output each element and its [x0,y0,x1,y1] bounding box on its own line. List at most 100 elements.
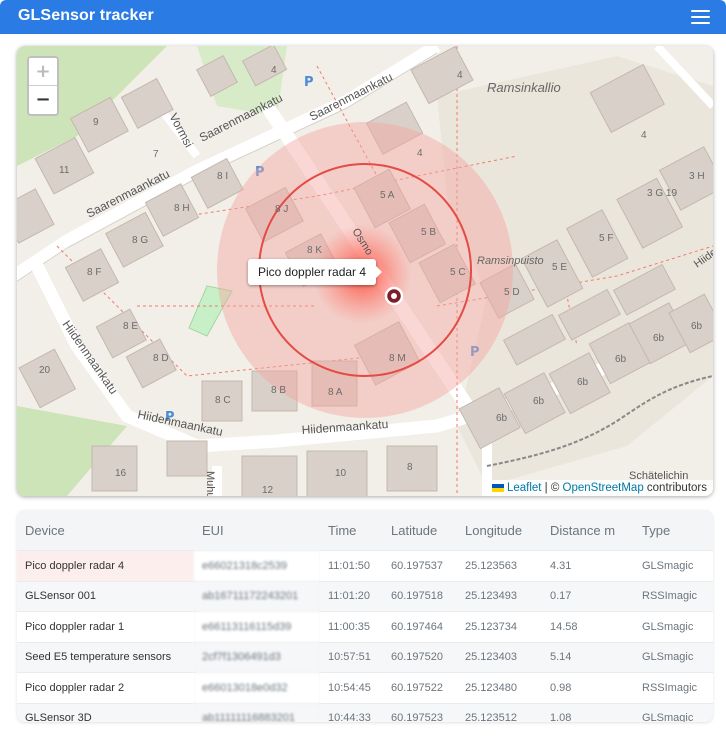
column-header-time[interactable]: Time [320,510,383,551]
building-number-label: 16 [115,468,127,479]
cell-eui: ab16711172243201 [194,580,320,612]
table-row[interactable]: GLSensor 3D ab11111116883201 10:44:33 60.19… [17,702,713,722]
label-ramsinkallio: Ramsinkallio [487,80,561,95]
cell-eui: e66021318c2539 [194,550,320,581]
zoom-in-button[interactable]: + [29,58,57,86]
cell-type: GLSmagic [634,702,713,722]
cell-latitude: 60.197537 [383,550,457,581]
label-ramsinpuisto: Ramsinpuisto [477,255,544,267]
building-number-label: 8 F [87,267,101,278]
cell-latitude: 60.197520 [383,641,457,673]
map-attribution: Leaflet | © OpenStreetMap contributors [485,480,713,496]
building-number-label: 6b [615,354,627,365]
building-number-label: 5 B [421,227,436,238]
cell-eui: e66013018e0d32 [194,672,320,703]
column-header-longitude[interactable]: Longitude [457,510,542,551]
cell-device: GLSensor 3D [17,702,194,722]
column-header-type[interactable]: Type [634,510,713,551]
table-row[interactable]: GLSensor 001 ab16711172243201 11:01:20 60.1… [17,580,713,612]
cell-eui: 2cf7f1306491d3 [194,641,320,673]
app-title[interactable]: GLSensor tracker [18,7,154,25]
cell-device: Pico doppler radar 4 [17,550,194,581]
table-row[interactable]: Seed E5 temperature sensors 2cf7f1306491d… [17,641,713,673]
building-number-label: 3 G 19 [647,188,677,199]
cell-longitude: 25.123734 [457,611,542,642]
building-number-label: 5 A [380,190,395,201]
building-number-label: 5 F [599,233,613,244]
building-number-label: 4 [457,70,463,81]
column-header-eui[interactable]: EUI [194,510,320,551]
cell-latitude: 60.197464 [383,611,457,642]
table-row[interactable]: Pico doppler radar 1 e66113116115d39 11:00… [17,611,713,642]
table-header-row: Device EUI Time Latitude Longitude Dista… [17,510,713,551]
cell-distance: 14.58 [542,611,634,642]
cell-eui: ab11111116883201 [194,702,320,722]
cell-time: 10:57:51 [320,641,383,673]
cell-distance: 4.31 [542,550,634,581]
building-number-label: 8 [407,462,413,473]
cell-device: Seed E5 temperature sensors [17,641,194,673]
building-number-label: 11 [59,165,70,176]
cell-type: RSSImagic [634,580,713,612]
column-header-latitude[interactable]: Latitude [383,510,457,551]
zoom-out-button[interactable]: − [29,86,57,114]
osm-link[interactable]: OpenStreetMap [563,482,644,494]
hamburger-menu-icon[interactable] [691,9,710,24]
device-table: Device EUI Time Latitude Longitude Dista… [17,510,713,722]
building-number-label: 5 D [504,287,520,298]
building-number-label: 8 K [307,245,322,256]
cell-type: RSSImagic [634,672,713,703]
cell-device: GLSensor 001 [17,580,194,612]
cell-time: 11:00:35 [320,611,383,642]
building-number-label: 4 [417,148,423,159]
building-number-label: 3 H [689,171,705,182]
cell-time: 11:01:50 [320,550,383,581]
cell-longitude: 25.123403 [457,641,542,673]
building-number-label: 7 [153,149,159,160]
cell-device: Pico doppler radar 1 [17,611,194,642]
leaflet-link[interactable]: Leaflet [507,482,542,494]
building-number-label: 8 D [153,353,169,364]
cell-distance: 0.17 [542,580,634,612]
building-number-label: 6b [496,413,508,424]
svg-text:P: P [304,75,314,90]
building-number-label: 4 [641,130,647,141]
label-muhu: Muhu [204,471,216,496]
zoom-control: + − [27,56,59,116]
cell-distance: 0.98 [542,672,634,703]
hamburger-line [691,22,710,24]
cell-time: 10:44:33 [320,702,383,722]
building-number-label: 8 H [174,203,190,214]
building-number-label: 8 M [389,353,406,364]
building-number-label: 4 [271,65,277,76]
building-number-label: 6b [691,321,703,332]
cell-latitude: 60.197523 [383,702,457,722]
cell-latitude: 60.197518 [383,580,457,612]
building-number-label: 6b [653,333,665,344]
cell-eui: e66113116115d39 [194,611,320,642]
building-number-label: 8 I [217,171,228,182]
cell-device: Pico doppler radar 2 [17,672,194,703]
hamburger-line [691,16,710,18]
building-number-label: 8 J [275,204,288,215]
building-number-label: 10 [335,468,347,479]
cell-time: 10:54:45 [320,672,383,703]
building-number-label: 5 C [450,267,466,278]
navbar: GLSensor tracker [0,0,726,34]
building-number-label: 6b [577,377,589,388]
building-number-label: 8 B [271,385,286,396]
cell-distance: 1.08 [542,702,634,722]
attribution-suffix: contributors [643,482,707,494]
map-view[interactable]: P P P P Vormsi Saarenmaankatu Saarenmaan… [17,46,713,496]
building-number-label: 8 G [132,235,148,246]
cell-longitude: 25.123480 [457,672,542,703]
cell-distance: 5.14 [542,641,634,673]
building-number-label: 12 [262,485,274,496]
table-row[interactable]: Pico doppler radar 2 e66013018e0d32 10:54:… [17,672,713,703]
building-number-label: 8 A [328,387,343,398]
cell-latitude: 60.197522 [383,672,457,703]
column-header-device[interactable]: Device [17,510,194,551]
building-number-label: 8 C [215,395,231,406]
column-header-distance[interactable]: Distance m [542,510,634,551]
table-row[interactable]: Pico doppler radar 4 e66021318c2539 11:01:… [17,550,713,581]
